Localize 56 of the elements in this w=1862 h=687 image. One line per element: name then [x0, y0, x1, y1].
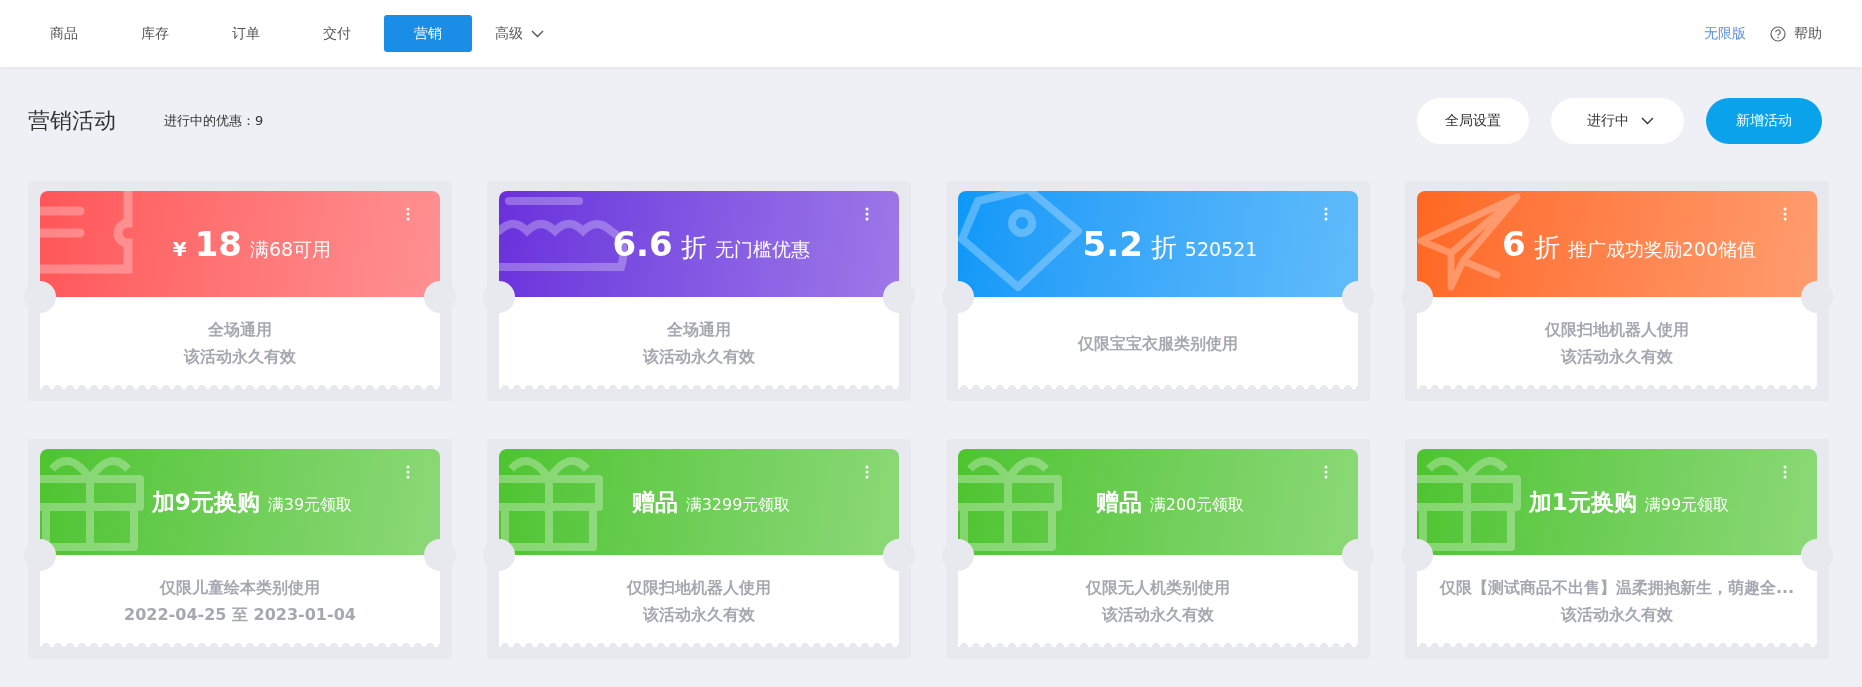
coupon-condition: 满200元领取 — [1149, 494, 1245, 516]
gift-title: 加1元换购 — [1528, 487, 1637, 517]
coupon-rule: 仅限宝宝衣服类别使用 — [1078, 332, 1238, 355]
coupon-condition: 满99元领取 — [1644, 494, 1730, 516]
more-icon[interactable] — [406, 465, 410, 479]
coupon-condition: 无门槛优惠 — [714, 236, 810, 262]
nav-tab[interactable]: 订单 — [202, 15, 290, 52]
coupon-rule: 该活动永久有效 — [643, 604, 755, 626]
more-icon[interactable] — [1783, 207, 1787, 221]
discount-rate: 5.2 — [1082, 223, 1143, 264]
caret-icon — [1641, 117, 1654, 125]
coupon-condition: 满3299元领取 — [685, 494, 791, 516]
coupon-amount: 18 — [194, 224, 243, 264]
more-icon[interactable] — [1783, 465, 1787, 479]
coupon-rule: 该活动永久有效 — [643, 346, 755, 368]
gift-title: 加9元换购 — [151, 487, 260, 517]
page-title: 营销活动 — [28, 107, 116, 135]
more-icon[interactable] — [1324, 207, 1328, 221]
more-icon[interactable] — [1324, 465, 1328, 479]
help-icon[interactable] — [1770, 25, 1786, 42]
coupon-condition: 满39元领取 — [267, 494, 353, 516]
coupon-rule: 全场通用 — [667, 319, 731, 341]
coupon-rule: 2022-04-25 至 2023-01-04 — [124, 604, 356, 626]
gift-title: 赠品 — [1095, 487, 1142, 517]
currency-symbol: ¥ — [172, 237, 187, 261]
coupon-rule: 全场通用 — [208, 319, 272, 341]
coupon-rule: 仅限【测试商品不出售】温柔拥抱新生，萌趣全... — [1439, 577, 1795, 599]
status-dropdown[interactable]: 进行中 — [1551, 98, 1684, 144]
discount-rate: 6 — [1502, 223, 1526, 264]
discount-unit: 折 — [1150, 230, 1177, 264]
discount-unit: 折 — [680, 230, 707, 264]
more-icon[interactable] — [865, 207, 869, 221]
coupon-rule: 该活动永久有效 — [184, 346, 296, 368]
nav-tab[interactable]: 库存 — [111, 15, 199, 52]
nav-tab[interactable]: 交付 — [293, 15, 381, 52]
caret-icon — [530, 29, 544, 38]
coupon-condition: 520521 — [1184, 237, 1258, 260]
nav-tab[interactable]: 商品 — [20, 15, 108, 52]
coupon-rule: 仅限无人机类别使用 — [1086, 577, 1230, 599]
discount-unit: 折 — [1533, 230, 1560, 264]
coupon-condition: 满68可用 — [250, 237, 332, 262]
coupon-rule: 仅限儿童绘本类别使用 — [160, 577, 320, 599]
more-icon[interactable] — [865, 465, 869, 479]
coupon-rule: 仅限扫地机器人使用 — [1545, 319, 1689, 341]
help-link[interactable]: 帮助 — [1794, 24, 1822, 43]
nav-tab[interactable]: 高级 — [475, 15, 563, 52]
active-count: 进行中的优惠：9 — [164, 112, 264, 130]
gift-title: 赠品 — [631, 487, 678, 517]
discount-rate: 6.6 — [612, 223, 673, 264]
settings-button[interactable]: 全局设置 — [1417, 98, 1529, 144]
coupon-rule: 该活动永久有效 — [1102, 604, 1214, 626]
coupon-condition: 推广成功奖励200储值 — [1567, 236, 1756, 262]
coupon-rule: 该活动永久有效 — [1561, 604, 1673, 626]
coupon-rule: 该活动永久有效 — [1561, 346, 1673, 368]
more-icon[interactable] — [406, 207, 410, 221]
coupon-rule: 仅限扫地机器人使用 — [627, 577, 771, 599]
